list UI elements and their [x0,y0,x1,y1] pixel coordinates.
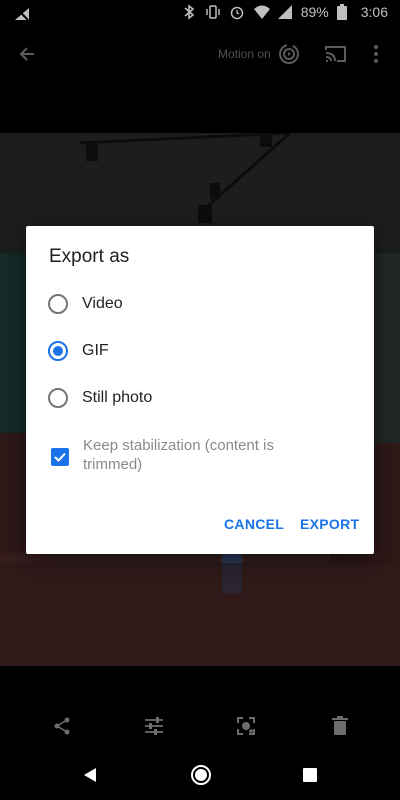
radio-video[interactable] [48,294,68,314]
stabilization-checkbox[interactable] [51,448,69,466]
dialog-title: Export as [49,246,130,267]
option-label-gif: GIF [82,342,109,359]
edit-adjust-icon[interactable] [142,714,166,738]
option-still-photo[interactable]: Still photo [48,383,348,413]
stabilization-row[interactable]: Keep stabilization (content is trimmed) [51,436,351,474]
share-icon[interactable] [50,714,74,738]
option-video[interactable]: Video [48,289,348,319]
delete-icon[interactable] [328,714,352,738]
stabilization-label: Keep stabilization (content is trimmed) [83,437,274,473]
option-gif[interactable]: GIF [48,336,348,366]
cancel-button[interactable]: CANCEL [224,516,284,532]
back-nav-icon[interactable] [82,766,98,789]
home-nav-icon[interactable] [190,764,212,791]
export-dialog: Export as Video GIF Still photo Keep sta… [26,226,374,554]
export-button[interactable]: EXPORT [300,516,359,532]
photo-action-bar [0,700,400,752]
navigation-bar [0,752,400,800]
radio-still-photo[interactable] [48,388,68,408]
lens-icon[interactable] [234,714,258,738]
radio-gif[interactable] [48,341,68,361]
recents-nav-icon[interactable] [303,768,317,787]
option-label-still-photo: Still photo [82,389,153,406]
option-label-video: Video [82,295,123,312]
